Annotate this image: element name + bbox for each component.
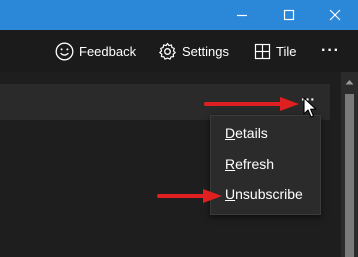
menu-item-label: efresh <box>235 156 275 172</box>
minimize-icon <box>237 14 247 17</box>
scrollbar-thumb[interactable] <box>345 94 354 257</box>
tile-grid-icon <box>254 43 271 60</box>
menu-item-mnemonic: R <box>225 156 236 172</box>
settings-label: Settings <box>182 43 229 59</box>
gear-icon <box>158 42 177 61</box>
chevron-up-icon <box>345 80 354 85</box>
menu-item-refresh[interactable]: Refresh <box>211 149 320 179</box>
menu-item-mnemonic: D <box>225 125 236 141</box>
title-bar <box>0 0 358 30</box>
maximize-icon <box>283 9 295 21</box>
minimize-button[interactable] <box>219 0 265 30</box>
smiley-icon <box>55 42 74 61</box>
feedback-button[interactable]: Feedback <box>55 30 136 72</box>
feedback-label: Feedback <box>79 43 137 59</box>
more-options-label: ··· <box>321 42 340 59</box>
settings-button[interactable]: Settings <box>158 30 229 72</box>
menu-item-label: nsubscribe <box>235 186 303 202</box>
menu-item-details[interactable]: Details <box>211 118 320 148</box>
context-menu: Details Refresh Unsubscribe <box>210 115 321 215</box>
menu-item-label: etails <box>235 125 268 141</box>
tile-button[interactable]: Tile <box>254 30 296 72</box>
more-options-button[interactable]: ··· <box>321 30 340 72</box>
app-window: Feedback Settings Tile ··· ··· D etails … <box>0 0 358 257</box>
mouse-pointer-icon <box>303 97 317 118</box>
close-icon <box>329 9 341 21</box>
tile-label: Tile <box>276 43 297 59</box>
menu-item-mnemonic: U <box>225 186 236 202</box>
toolbar: Feedback Settings Tile ··· <box>0 30 358 72</box>
maximize-button[interactable] <box>266 0 312 30</box>
close-button[interactable] <box>312 0 358 30</box>
vertical-scrollbar[interactable] <box>341 72 358 257</box>
scroll-up-button[interactable] <box>341 74 358 90</box>
menu-item-unsubscribe[interactable]: Unsubscribe <box>211 179 320 209</box>
